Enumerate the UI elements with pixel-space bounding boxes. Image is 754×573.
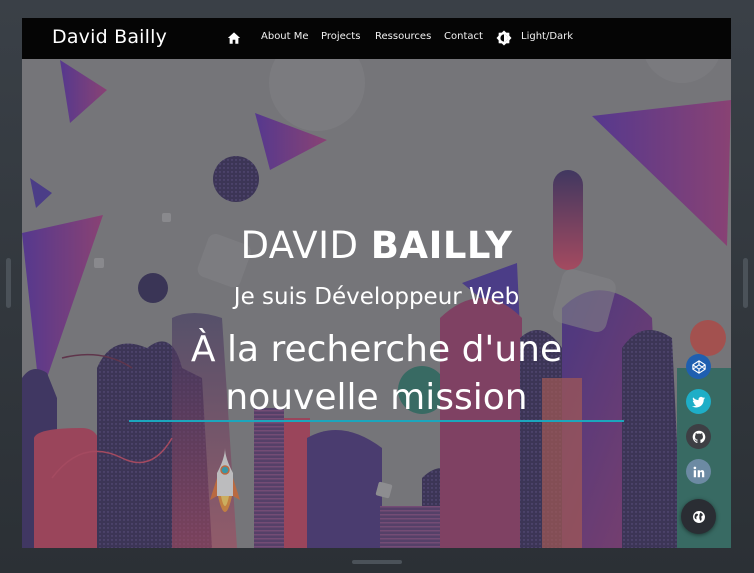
globe-icon (692, 510, 705, 523)
hero-mission: À la recherche d'une nouvelle mission (22, 326, 731, 422)
hero-subtitle: Je suis Développeur Web (233, 284, 520, 310)
twitter-icon (691, 396, 705, 408)
twitter-button[interactable] (686, 389, 711, 414)
theme-toggle-label[interactable]: Light/Dark (521, 31, 573, 42)
codepen-icon (691, 359, 706, 374)
side-button-right (743, 258, 748, 308)
linkedin-button[interactable] (686, 459, 711, 484)
nav-link-projects[interactable]: Projects (321, 31, 360, 42)
hero-overlay (22, 18, 731, 548)
hero-mission-line1: À la recherche d'une (190, 329, 563, 370)
home-icon[interactable] (227, 31, 241, 45)
github-icon (692, 430, 705, 443)
nav-link-contact[interactable]: Contact (444, 31, 483, 42)
hero-divider (129, 420, 624, 422)
linkedin-icon (693, 466, 704, 477)
device-frame: David Bailly About Me Projects Ressource… (0, 0, 754, 573)
brand-logo[interactable]: David Bailly (52, 26, 167, 48)
navbar: David Bailly About Me Projects Ressource… (22, 18, 731, 59)
side-button-left (6, 258, 11, 308)
github-button[interactable] (686, 424, 711, 449)
home-indicator (352, 560, 402, 564)
hero-first-name: DAVID (240, 224, 359, 267)
hero-title: DAVID BAILLY (22, 224, 731, 267)
hero-mission-line2: nouvelle mission (225, 377, 528, 418)
screen: David Bailly About Me Projects Ressource… (22, 18, 731, 548)
brightness-icon[interactable] (496, 30, 512, 46)
language-fab-button[interactable] (681, 499, 716, 534)
nav-link-ressources[interactable]: Ressources (375, 31, 431, 42)
hero-last-name: BAILLY (370, 224, 513, 267)
codepen-button[interactable] (686, 354, 711, 379)
nav-link-about[interactable]: About Me (261, 31, 309, 42)
